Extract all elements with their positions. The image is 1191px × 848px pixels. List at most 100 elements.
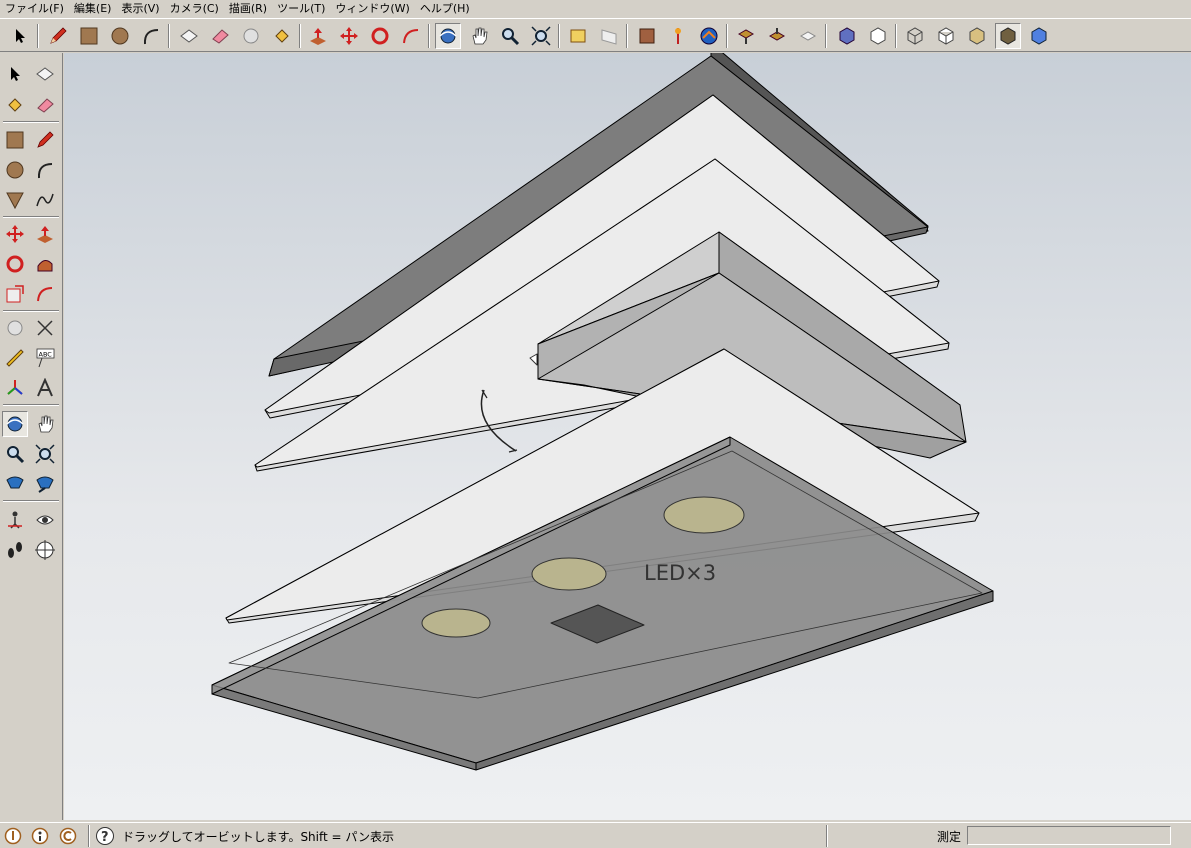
pan-tool-icon[interactable] (466, 23, 492, 49)
rotate-tool-icon[interactable] (367, 23, 393, 49)
toolbar-separator (825, 24, 827, 48)
toolbar-separator (428, 24, 430, 48)
toolbar-separator (895, 24, 897, 48)
statusbar-separator (88, 825, 90, 847)
select-tool-icon[interactable] (2, 61, 28, 87)
toolbar-separator (3, 310, 59, 312)
rectangle-tool-icon[interactable] (76, 23, 102, 49)
model-viewport[interactable]: LED×3 (64, 53, 1191, 820)
add-location-icon[interactable] (634, 23, 660, 49)
dimension-tool-icon[interactable] (32, 315, 58, 341)
zoom-tool-icon[interactable] (2, 441, 28, 467)
svg-text:ABC: ABC (39, 351, 53, 359)
pencil-tool-icon[interactable] (45, 23, 71, 49)
menu-bar: ファイル(F) 編集(E) 表示(V) カメラ(C) 描画(R) ツール(T) … (0, 0, 1191, 18)
follow-me-icon[interactable] (398, 23, 424, 49)
arc-tool-icon[interactable] (32, 157, 58, 183)
share-component-icon[interactable] (795, 23, 821, 49)
menu-edit[interactable]: 編集(E) (69, 0, 117, 18)
shaded-style-icon[interactable] (964, 23, 990, 49)
share-model-icon[interactable] (764, 23, 790, 49)
previous-view-icon[interactable] (565, 23, 591, 49)
paint-bucket-icon[interactable] (269, 23, 295, 49)
follow-me-icon[interactable] (32, 251, 58, 277)
menu-help[interactable]: ヘルプ(H) (415, 0, 475, 18)
arc-tool-icon[interactable] (138, 23, 164, 49)
toolbar-separator (3, 500, 59, 502)
menu-window[interactable]: ウィンドウ(W) (330, 0, 414, 18)
rectangle-tool-icon[interactable] (2, 127, 28, 153)
pan-tool-icon[interactable] (32, 411, 58, 437)
zoom-window-icon[interactable] (32, 441, 58, 467)
model-canvas: LED×3 (211, 53, 994, 771)
toolbar-separator (558, 24, 560, 48)
push-pull-icon[interactable] (32, 221, 58, 247)
toggle-terrain-icon[interactable] (665, 23, 691, 49)
hidden-line-style-icon[interactable] (933, 23, 959, 49)
protractor-tool-icon[interactable] (2, 345, 28, 371)
scale-tool-icon[interactable] (2, 281, 28, 307)
toolbar-separator (37, 24, 39, 48)
measurements-input[interactable] (967, 826, 1171, 845)
main-toolbar (0, 18, 1191, 52)
look-around-icon[interactable] (32, 507, 58, 533)
previous-view-icon[interactable] (32, 471, 58, 497)
eraser-tool-icon[interactable] (207, 23, 233, 49)
axes-tool-icon[interactable] (2, 375, 28, 401)
line-tool-icon[interactable] (32, 127, 58, 153)
get-models-icon[interactable] (733, 23, 759, 49)
menu-file[interactable]: ファイル(F) (0, 0, 69, 18)
back-edges-style-icon[interactable] (865, 23, 891, 49)
toolbar-separator (3, 404, 59, 406)
measurements-label: 測定 (937, 830, 962, 844)
menu-draw[interactable]: 描画(R) (224, 0, 272, 18)
move-tool-icon[interactable] (336, 23, 362, 49)
toolbar-separator (299, 24, 301, 48)
tape-measure-icon[interactable] (2, 315, 28, 341)
menu-camera[interactable]: カメラ(C) (165, 0, 224, 18)
circle-tool-icon[interactable] (2, 157, 28, 183)
circle-tool-icon[interactable] (107, 23, 133, 49)
zoom-extents-icon[interactable] (528, 23, 554, 49)
orbit-tool-icon[interactable] (435, 23, 461, 49)
zoom-extents-icon[interactable] (2, 471, 28, 497)
section-plane-icon[interactable] (32, 537, 58, 563)
instructor-help-icon[interactable]: ? (95, 826, 115, 846)
user-account-icon[interactable] (58, 826, 78, 846)
toolbar-separator (3, 216, 59, 218)
xray-style-icon[interactable] (834, 23, 860, 49)
push-pull-icon[interactable] (305, 23, 331, 49)
orbit-tool-icon[interactable] (2, 411, 28, 437)
eraser-tool-icon[interactable] (32, 92, 58, 118)
toolbar-separator (3, 121, 59, 123)
left-toolbar: ABC (0, 53, 63, 820)
zoom-tool-icon[interactable] (497, 23, 523, 49)
freehand-tool-icon[interactable] (32, 187, 58, 213)
text-tool-icon[interactable]: ABC (32, 345, 58, 371)
move-tool-icon[interactable] (2, 221, 28, 247)
google-earth-icon[interactable] (696, 23, 722, 49)
toolbar-separator (626, 24, 628, 48)
geo-location-icon[interactable] (3, 826, 23, 846)
make-component-icon[interactable] (32, 61, 58, 87)
3d-text-icon[interactable] (32, 375, 58, 401)
next-view-icon[interactable] (596, 23, 622, 49)
shaded-textures-style-icon[interactable] (995, 23, 1021, 49)
statusbar-separator (826, 825, 828, 847)
paint-bucket-icon[interactable] (2, 92, 28, 118)
menu-tools[interactable]: ツール(T) (272, 0, 330, 18)
menu-view[interactable]: 表示(V) (116, 0, 164, 18)
led-annotation-label: LED×3 (644, 561, 716, 585)
wireframe-style-icon[interactable] (902, 23, 928, 49)
position-camera-icon[interactable] (2, 507, 28, 533)
status-message: ドラッグしてオービットします。Shift = パン表示 (122, 830, 395, 844)
credits-icon[interactable] (30, 826, 50, 846)
rotate-tool-icon[interactable] (2, 251, 28, 277)
walk-tool-icon[interactable] (2, 537, 28, 563)
polygon-tool-icon[interactable] (2, 187, 28, 213)
offset-tool-icon[interactable] (32, 281, 58, 307)
select-tool-icon[interactable] (7, 23, 33, 49)
monochrome-style-icon[interactable] (1026, 23, 1052, 49)
tape-measure-icon[interactable] (238, 23, 264, 49)
make-component-icon[interactable] (176, 23, 202, 49)
